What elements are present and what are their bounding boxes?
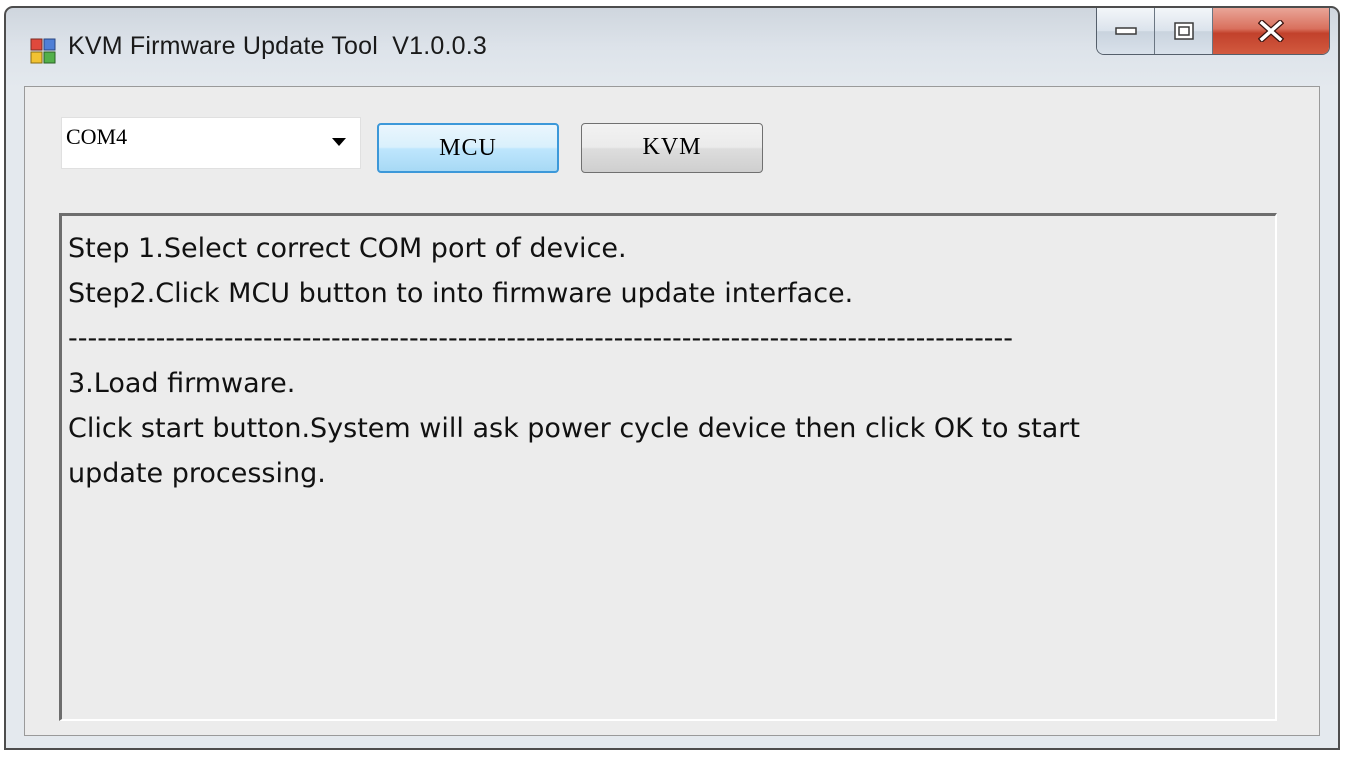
log-separator: ----------------------------------------… (68, 323, 1014, 354)
minimize-button[interactable] (1097, 8, 1155, 54)
window-title: KVM Firmware Update Tool V1.0.0.3 (68, 32, 488, 60)
close-button[interactable] (1213, 8, 1329, 54)
chevron-down-icon[interactable] (332, 138, 346, 146)
caption-buttons (1096, 8, 1330, 55)
log-line: Step 1.Select correct COM port of device… (68, 233, 627, 264)
log-line: 3.Load firmware. (68, 368, 296, 399)
minimize-icon (1114, 27, 1137, 35)
title-bar[interactable]: KVM Firmware Update Tool V1.0.0.3 (6, 8, 1338, 86)
maximize-icon (1173, 22, 1194, 40)
log-line: Click start button.System will ask power… (68, 413, 1080, 444)
app-window: KVM Firmware Update Tool V1.0.0.3 COM4 M… (4, 6, 1340, 750)
kvm-button[interactable]: KVM (581, 123, 763, 173)
log-line: Step2.Click MCU button to into firmware … (68, 278, 854, 309)
com-port-selected-value: COM4 (66, 124, 128, 149)
instructions-textbox[interactable]: Step 1.Select correct COM port of device… (59, 213, 1277, 721)
close-icon (1258, 20, 1284, 42)
com-port-select[interactable]: COM4 (61, 117, 361, 169)
log-line: update processing. (68, 458, 326, 489)
client-area: COM4 MCU KVM Step 1.Select correct COM p… (24, 86, 1320, 736)
maximize-button[interactable] (1155, 8, 1213, 54)
mcu-button[interactable]: MCU (377, 123, 559, 173)
app-window-icon[interactable] (30, 38, 56, 64)
